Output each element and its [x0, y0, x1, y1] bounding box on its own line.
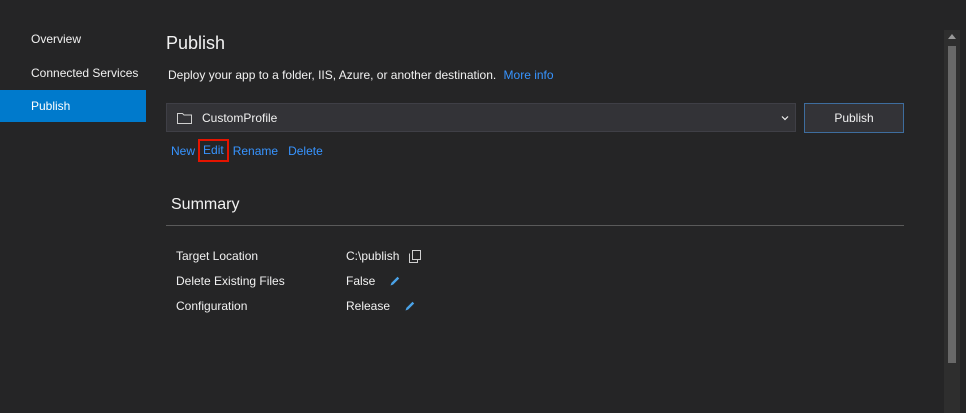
publish-button[interactable]: Publish	[804, 103, 904, 133]
pencil-icon[interactable]	[404, 300, 416, 312]
sidebar-item-connected-services[interactable]: Connected Services	[0, 56, 146, 90]
scroll-up-arrow-icon[interactable]	[948, 34, 956, 39]
more-info-link[interactable]: More info	[504, 68, 554, 82]
folder-icon	[177, 111, 193, 125]
scroll-thumb[interactable]	[948, 46, 956, 363]
main-content: Publish Deploy your app to a folder, IIS…	[166, 0, 906, 413]
page-title: Publish	[166, 33, 226, 53]
sidebar-item-publish[interactable]: Publish	[0, 90, 146, 122]
summary-row-configuration: Configuration Release	[176, 297, 476, 315]
summary-heading: Summary	[171, 196, 240, 213]
summary-row-delete-existing-files: Delete Existing Files False	[176, 272, 476, 290]
chevron-down-icon	[781, 113, 789, 123]
new-profile-link[interactable]: New	[171, 144, 195, 158]
summary-divider	[166, 225, 904, 226]
summary-label: Configuration	[176, 299, 248, 313]
description-text: Deploy your app to a folder, IIS, Azure,…	[168, 68, 497, 82]
sidebar: Overview Connected Services Publish	[0, 22, 146, 122]
edit-profile-link[interactable]: Edit	[198, 139, 229, 162]
page-description: Deploy your app to a folder, IIS, Azure,…	[168, 68, 554, 82]
rename-profile-link[interactable]: Rename	[233, 144, 278, 158]
pencil-icon[interactable]	[389, 275, 401, 287]
summary-value: Release	[346, 299, 391, 313]
summary-label: Delete Existing Files	[176, 274, 285, 288]
publish-page: Overview Connected Services Publish Publ…	[0, 0, 966, 413]
vertical-scrollbar[interactable]	[944, 30, 960, 413]
delete-profile-link[interactable]: Delete	[288, 144, 323, 158]
profile-actions: New Edit Rename Delete	[171, 139, 333, 162]
profile-dropdown-value: CustomProfile	[202, 110, 278, 125]
summary-value: C:\publish	[346, 249, 400, 263]
copy-icon[interactable]	[409, 249, 422, 263]
summary-value: False	[346, 274, 376, 288]
profile-dropdown[interactable]: CustomProfile	[166, 103, 796, 132]
sidebar-item-overview[interactable]: Overview	[0, 22, 146, 56]
summary-label: Target Location	[176, 249, 259, 263]
summary-row-target-location: Target Location C:\publish	[176, 247, 476, 265]
